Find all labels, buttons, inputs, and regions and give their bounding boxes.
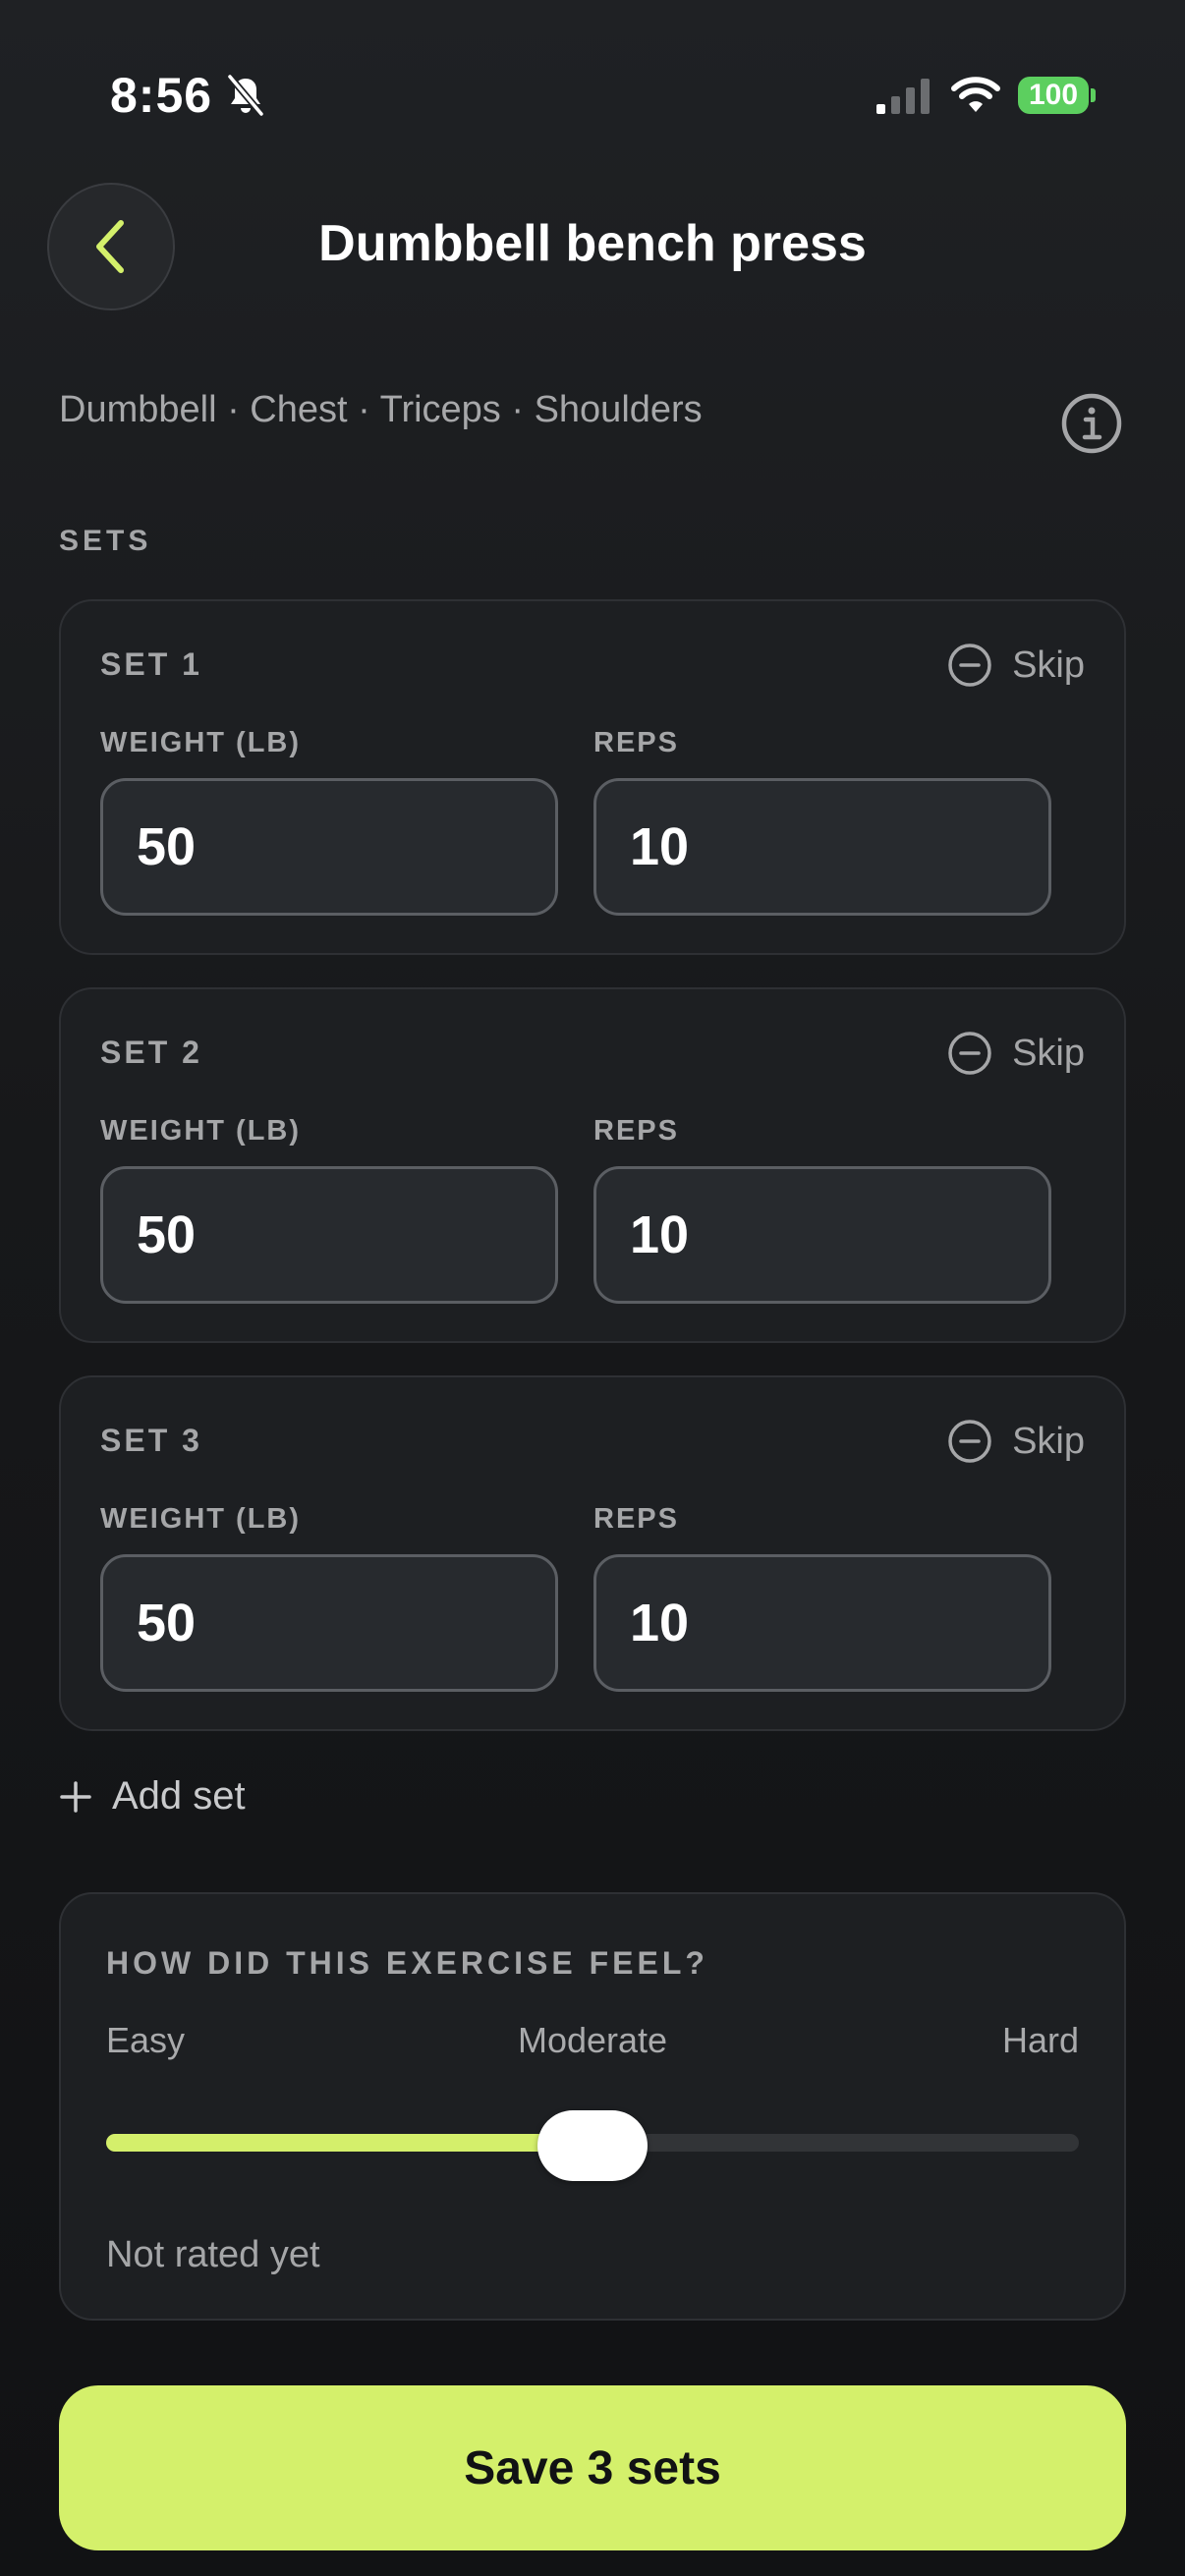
info-icon[interactable] xyxy=(1059,391,1124,456)
cellular-signal-icon xyxy=(876,79,930,114)
exercise-feel-card: HOW DID THIS EXERCISE FEEL? Easy Moderat… xyxy=(59,1892,1126,2321)
minus-circle-icon xyxy=(948,644,991,687)
rating-status: Not rated yet xyxy=(106,2234,320,2275)
minus-circle-icon xyxy=(948,1420,991,1463)
set-card: SET 1 Skip WEIGHT (LB) REPS 50 10 xyxy=(59,599,1126,955)
feel-question: HOW DID THIS EXERCISE FEEL? xyxy=(106,1945,708,1981)
plus-icon xyxy=(60,1780,91,1813)
sets-section-label: SETS xyxy=(59,525,152,557)
skip-set-button[interactable]: Skip xyxy=(947,1419,1085,1464)
scale-label-moderate: Moderate xyxy=(517,2020,668,2060)
set-title: SET 1 xyxy=(100,646,202,682)
weight-label: WEIGHT (LB) xyxy=(100,727,302,758)
set-card: SET 2 Skip WEIGHT (LB) REPS 50 10 xyxy=(59,987,1126,1343)
status-time: 8:56 xyxy=(110,68,213,123)
set-title: SET 2 xyxy=(100,1035,202,1070)
save-sets-button[interactable]: Save 3 sets xyxy=(59,2385,1126,2550)
weight-input[interactable]: 50 xyxy=(100,1166,558,1304)
chevron-left-icon xyxy=(96,220,124,273)
skip-label: Skip xyxy=(1012,644,1085,686)
back-button[interactable] xyxy=(47,183,175,310)
skip-set-button[interactable]: Skip xyxy=(947,1031,1085,1076)
page-title: Dumbbell bench press xyxy=(318,215,867,272)
reps-label: REPS xyxy=(593,727,679,758)
reps-label: REPS xyxy=(593,1503,679,1535)
reps-input[interactable]: 10 xyxy=(593,1554,1051,1692)
exercise-muscle-groups: Dumbbell · Chest · Triceps · Shoulders xyxy=(59,389,703,430)
skip-label: Skip xyxy=(1012,1420,1085,1462)
weight-input[interactable]: 50 xyxy=(100,1554,558,1692)
reps-label: REPS xyxy=(593,1115,679,1147)
weight-input[interactable]: 50 xyxy=(100,778,558,916)
difficulty-slider-fill xyxy=(106,2134,592,2152)
skip-set-button[interactable]: Skip xyxy=(947,643,1085,688)
bell-slash-icon xyxy=(227,74,264,117)
set-title: SET 3 xyxy=(100,1423,202,1458)
weight-label: WEIGHT (LB) xyxy=(100,1115,302,1147)
add-set-label: Add set xyxy=(112,1774,246,1818)
reps-input[interactable]: 10 xyxy=(593,1166,1051,1304)
wifi-icon xyxy=(951,77,1000,112)
skip-label: Skip xyxy=(1012,1032,1085,1074)
scale-label-hard: Hard xyxy=(1001,2020,1079,2060)
add-set-button[interactable]: Add set xyxy=(59,1774,246,1819)
minus-circle-icon xyxy=(948,1032,991,1075)
set-card: SET 3 Skip WEIGHT (LB) REPS 50 10 xyxy=(59,1375,1126,1731)
battery-cap xyxy=(1091,88,1096,102)
battery-indicator: 100 xyxy=(1018,77,1089,114)
difficulty-slider-thumb[interactable] xyxy=(537,2110,648,2181)
reps-input[interactable]: 10 xyxy=(593,778,1051,916)
weight-label: WEIGHT (LB) xyxy=(100,1503,302,1535)
